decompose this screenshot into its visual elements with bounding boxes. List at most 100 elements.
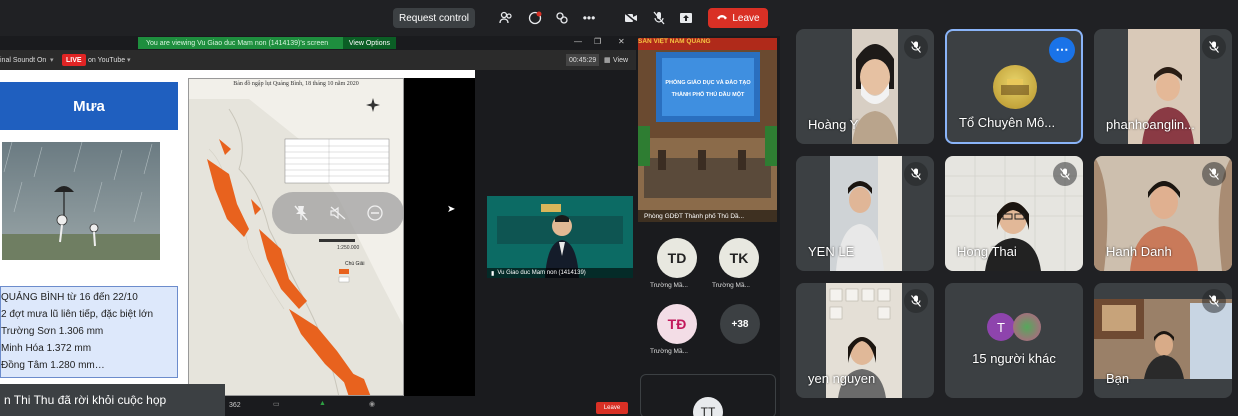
zoom-bottom-bar: 362 ▭ ▲ ◉ (225, 396, 636, 416)
more-vert-icon[interactable]: ⋯ (1049, 37, 1075, 63)
participant-tile[interactable]: Hong Thai (945, 156, 1083, 271)
more-options-icon[interactable]: ••• (580, 9, 598, 27)
present-icon[interactable] (677, 9, 695, 27)
chevron-down-icon[interactable]: ▾ (50, 54, 54, 66)
live-target[interactable]: on YouTube (88, 54, 125, 66)
leave-label: Leave (732, 12, 760, 24)
avatar: T (987, 313, 1015, 341)
legend-title: Chú Giải (345, 261, 365, 267)
view-options-button[interactable]: View Options (342, 37, 396, 49)
meet-window: Request control ••• Leave You are viewin… (0, 0, 1238, 416)
room-label: Phòng GDĐT Thành phố Thủ Dầ... (638, 210, 777, 222)
presentation-slide: Mưa QUẢNG BÌNH từ 16 đến 22/10 2 đợt mưa… (0, 70, 475, 396)
participant-tile[interactable]: Hoàng Y (796, 29, 934, 144)
mouse-cursor-icon: ➤ (447, 204, 456, 215)
info-line: Đồng Tâm 1.280 mm… (1, 360, 105, 371)
leave-button[interactable]: Leave (708, 8, 768, 28)
mini-participant-tile[interactable]: TK Trường Mầ... (702, 234, 764, 292)
info-line: Minh Hóa 1.372 mm (1, 343, 92, 354)
more-participants-button[interactable]: +38 (720, 304, 760, 344)
camera-off-icon[interactable] (622, 9, 640, 27)
unpin-icon[interactable] (290, 202, 312, 224)
maximize-icon[interactable]: ❐ (594, 37, 601, 46)
room-sign-line1: PHÒNG GIÁO DỤC VÀ ĐÀO TẠO (665, 80, 751, 86)
blank-area (404, 78, 475, 396)
mini-participant-tile[interactable]: TĐ Trường Mầ... (640, 300, 702, 358)
rainfall-info-box: QUẢNG BÌNH từ 16 đến 22/10 2 đợt mưa lũ … (0, 286, 178, 378)
participant-tile[interactable]: Hanh Danh (1094, 156, 1232, 271)
map-scale: 1:250.000 (337, 245, 360, 251)
remove-icon[interactable] (364, 202, 386, 224)
mini-participant-tile[interactable]: TT (640, 374, 776, 416)
view-button[interactable]: View (613, 54, 628, 66)
rain-illustration (2, 141, 160, 260)
avatar: TD (657, 238, 697, 278)
chat-icon[interactable]: ▭ (273, 400, 280, 408)
mic-off-icon (904, 162, 928, 186)
participants-count: 362 (229, 402, 241, 409)
mini-participant-tile[interactable]: TD Trường Mầ... (640, 234, 702, 292)
mini-participant-name: Trường Mầ... (650, 348, 688, 355)
participant-name: Hanh Danh (1106, 244, 1172, 259)
chat-icon[interactable] (526, 9, 544, 27)
mic-off-icon (1202, 35, 1226, 59)
close-icon[interactable]: ✕ (618, 37, 625, 46)
participant-name: yen nguyen (808, 371, 876, 386)
mic-off-icon (1202, 162, 1226, 186)
avatar: TK (719, 238, 759, 278)
participant-name: phanhoanglin... (1106, 117, 1195, 132)
others-count-label: 15 người khác (972, 351, 1056, 366)
info-line: Trường Sơn 1.306 mm (1, 326, 104, 337)
chevron-down-icon[interactable]: ▾ (127, 54, 131, 66)
mute-speaker-icon[interactable] (327, 202, 349, 224)
slide-heading: Mưa (0, 82, 178, 130)
minimize-icon[interactable]: — (574, 37, 582, 46)
others-tile[interactable]: T 15 người khác (945, 283, 1083, 398)
avatar (1013, 313, 1041, 341)
left-meeting-toast: n Thi Thu đã rời khỏi cuộc họp (0, 384, 225, 416)
viewing-screen-banner: You are viewing Vu Giao duc Mam non (141… (138, 37, 396, 49)
original-sound-toggle[interactable]: inal Soundt On (0, 54, 46, 66)
mic-off-icon (1202, 289, 1226, 313)
room-video-tile[interactable]: SẢN VIỆT NAM QUANG PHÒNG GIÁO DỤC VÀ ĐÀO… (638, 38, 777, 222)
map-legend-title: Chú Giải (345, 261, 395, 269)
floating-controls (272, 192, 404, 234)
signal-icon: ▮ (491, 270, 495, 277)
people-icon[interactable] (497, 9, 515, 27)
participant-tile[interactable]: yen nguyen (796, 283, 934, 398)
mic-off-icon (904, 289, 928, 313)
flood-map: Bản đồ ngập lụt Quảng Bình, 18 tháng 10 … (188, 78, 404, 396)
grid-view-icon[interactable]: ▦ (604, 54, 611, 66)
viewing-text: You are viewing Vu Giao duc Mam non (141… (146, 39, 329, 47)
mic-off-icon[interactable] (650, 9, 668, 27)
presenter-name: Vu Giao duc Mam non (1414139) (497, 270, 586, 276)
participant-tile-active[interactable]: ⋯ Tổ Chuyên Mô... (945, 29, 1083, 144)
participant-name: Hoàng Y (808, 117, 859, 132)
participant-name: Bạn (1106, 371, 1130, 386)
activities-icon[interactable] (553, 9, 571, 27)
inner-gallery: SẢN VIỆT NAM QUANG PHÒNG GIÁO DỤC VÀ ĐÀO… (638, 38, 778, 416)
shared-screen-panel: Request control ••• Leave You are viewin… (0, 0, 780, 416)
top-toolbar: Request control ••• Leave (0, 0, 780, 36)
avatar: TĐ (657, 304, 697, 344)
presenter-label: ▮ Vu Giao duc Mam non (1414139) (487, 268, 633, 278)
mic-off-icon (904, 35, 928, 59)
self-tile[interactable]: Bạn (1094, 283, 1232, 398)
live-badge: LIVE (62, 54, 86, 66)
participant-tile[interactable]: YEN LE (796, 156, 934, 271)
panel-divider (780, 0, 792, 416)
participant-tile[interactable]: phanhoanglin... (1094, 29, 1232, 144)
participant-name: Hong Thai (957, 244, 1017, 259)
avatar (993, 65, 1037, 109)
request-control-button[interactable]: Request control (393, 8, 475, 28)
mini-participant-name: Trường Mầ... (650, 282, 688, 289)
presenter-video-thumbnail[interactable]: ▮ Vu Giao duc Mam non (1414139) (487, 196, 633, 278)
room-banner: SẢN VIỆT NAM QUANG (638, 38, 711, 45)
meeting-timer: 00:45:29 (566, 54, 600, 66)
zoom-leave-button[interactable]: Leave (596, 402, 628, 414)
room-sign-line2: THÀNH PHỐ THỦ DẦU MỘT (671, 92, 745, 98)
record-icon[interactable]: ◉ (369, 400, 375, 408)
mini-participant-name: Trường Mầ... (712, 282, 750, 289)
info-line: 2 đợt mưa lũ liên tiếp, đặc biệt lớn (1, 309, 154, 320)
share-screen-icon[interactable]: ▲ (319, 400, 326, 407)
